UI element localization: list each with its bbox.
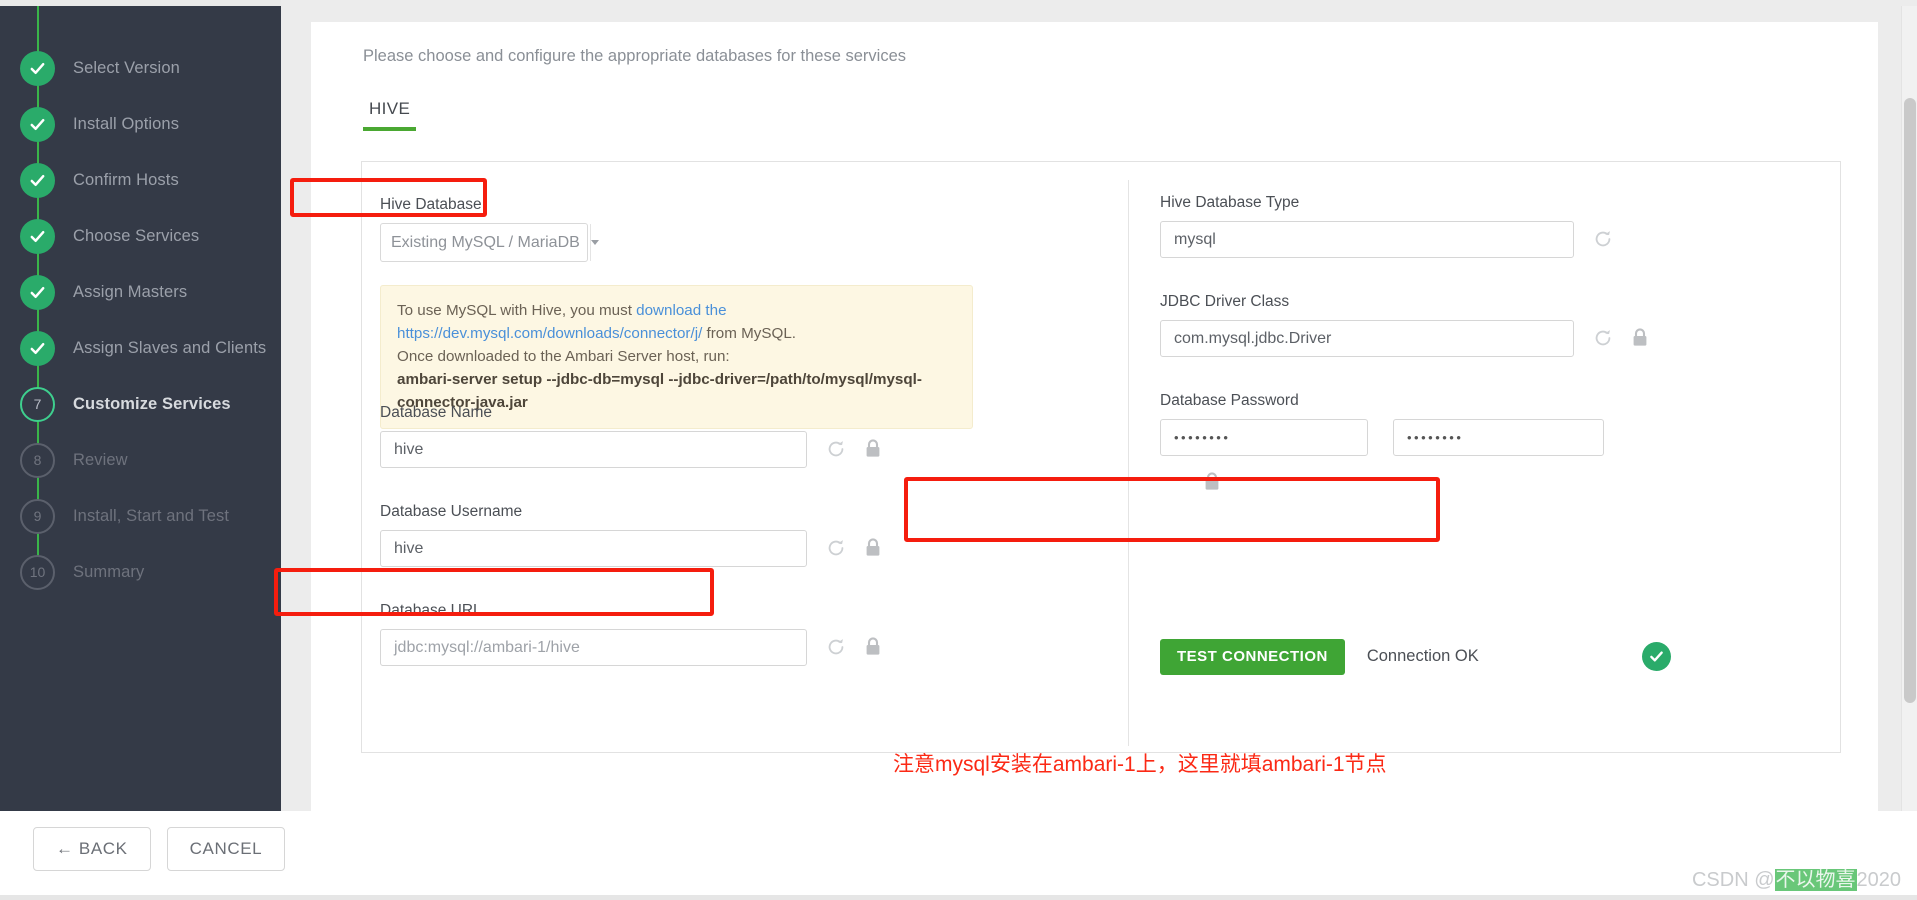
sidebar-step-label: Assign Masters xyxy=(73,282,188,301)
column-divider xyxy=(1128,180,1129,746)
alert-line-1: To use MySQL with Hive, you must downloa… xyxy=(397,299,956,345)
vertical-scrollbar[interactable] xyxy=(1901,6,1917,811)
test-connection-button[interactable]: TEST CONNECTION xyxy=(1160,638,1345,675)
wizard-footer: ← BACK CANCEL CSDN @不以物喜2020 xyxy=(0,811,1917,900)
sidebar-step-label: Review xyxy=(73,450,128,469)
database-url-field: Database URL jdbc:mysql://ambari-1/hive xyxy=(380,602,885,666)
cancel-button[interactable]: CANCEL xyxy=(166,827,286,871)
step-number-badge: 9 xyxy=(20,498,55,534)
sidebar-step-label: Summary xyxy=(73,562,145,581)
sidebar-step-label: Customize Services xyxy=(73,394,231,413)
service-config-card: Please choose and configure the appropri… xyxy=(311,22,1878,811)
step-number-badge: 7 xyxy=(20,386,55,422)
wizard-sidebar: Select Version Install Options Confirm H… xyxy=(0,6,281,811)
wizard-step-list: Select Version Install Options Confirm H… xyxy=(0,40,281,600)
hive-database-type-field: Hive Database Type mysql xyxy=(1160,194,1614,258)
sidebar-step-confirm-hosts[interactable]: Confirm Hosts xyxy=(0,152,281,208)
alert-line1-post: from MySQL. xyxy=(702,325,796,343)
hive-database-label: Hive Database xyxy=(380,196,482,213)
step-check-icon xyxy=(20,162,55,198)
refresh-icon[interactable] xyxy=(825,636,847,658)
hive-database-select[interactable]: Existing MySQL / MariaDB xyxy=(380,223,599,262)
lock-icon[interactable] xyxy=(863,537,885,559)
refresh-icon[interactable] xyxy=(825,537,847,559)
database-username-field: Database Username hive xyxy=(380,503,885,567)
horizontal-scrollbar[interactable] xyxy=(0,895,1917,900)
step-number-badge: 10 xyxy=(20,554,55,590)
database-name-input[interactable]: hive xyxy=(380,431,807,468)
sidebar-step-summary[interactable]: 10 Summary xyxy=(0,544,281,600)
step-check-icon xyxy=(20,330,55,366)
connection-status-text: Connection OK xyxy=(1366,647,1479,665)
database-username-label: Database Username xyxy=(380,503,523,520)
step-number-badge: 8 xyxy=(20,442,55,478)
watermark-prefix: CSDN @ xyxy=(1691,869,1775,891)
service-tabbar: HIVE xyxy=(363,99,417,135)
jdbc-driver-class-label: JDBC Driver Class xyxy=(1160,293,1290,310)
sidebar-step-choose-services[interactable]: Choose Services xyxy=(0,208,281,264)
jdbc-driver-class-field: JDBC Driver Class com.mysql.jdbc.Driver xyxy=(1160,293,1652,357)
sidebar-step-label: Confirm Hosts xyxy=(73,170,179,189)
lock-icon[interactable] xyxy=(863,636,885,658)
watermark-suffix: 2020 xyxy=(1856,869,1902,891)
lock-icon[interactable] xyxy=(863,438,885,460)
database-name-label: Database Name xyxy=(380,404,493,421)
sidebar-step-select-version[interactable]: Select Version xyxy=(0,40,281,96)
annotation-note-text: 注意mysql安装在ambari-1上，这里就填ambari-1节点 xyxy=(893,753,1387,776)
database-password-input[interactable]: •••••••• xyxy=(1160,419,1368,456)
sidebar-step-assign-masters[interactable]: Assign Masters xyxy=(0,264,281,320)
jdbc-driver-class-input[interactable]: com.mysql.jdbc.Driver xyxy=(1160,320,1574,357)
sidebar-step-label: Select Version xyxy=(73,58,180,77)
back-button[interactable]: ← BACK xyxy=(33,827,151,871)
vertical-scrollbar-thumb[interactable] xyxy=(1904,98,1916,703)
alert-line1-pre: To use MySQL with Hive, you must xyxy=(397,302,637,319)
database-password-label: Database Password xyxy=(1160,392,1299,409)
refresh-icon[interactable] xyxy=(1592,327,1614,349)
database-password-confirm-input[interactable]: •••••••• xyxy=(1393,419,1604,456)
database-url-input[interactable]: jdbc:mysql://ambari-1/hive xyxy=(380,629,807,666)
step-check-icon xyxy=(20,218,55,254)
sidebar-step-label: Choose Services xyxy=(73,226,200,245)
database-username-input[interactable]: hive xyxy=(380,530,807,567)
lock-icon[interactable] xyxy=(1630,327,1652,349)
test-connection-row: TEST CONNECTION Connection OK xyxy=(1160,624,1700,689)
step-check-icon xyxy=(20,274,55,310)
check-circle-icon xyxy=(1642,642,1671,671)
step-check-icon xyxy=(20,106,55,142)
sidebar-step-label: Assign Slaves and Clients xyxy=(73,338,267,357)
sidebar-step-label: Install Options xyxy=(73,114,180,133)
footer-buttons: ← BACK CANCEL xyxy=(33,827,286,871)
hive-database-type-label: Hive Database Type xyxy=(1160,194,1300,211)
lock-icon[interactable] xyxy=(1202,471,1224,493)
watermark: CSDN @不以物喜2020 xyxy=(1692,863,1901,892)
main-content-area: Please choose and configure the appropri… xyxy=(274,0,1917,811)
watermark-highlight: 不以物喜 xyxy=(1774,869,1857,891)
refresh-icon[interactable] xyxy=(825,438,847,460)
sidebar-step-review[interactable]: 8 Review xyxy=(0,432,281,488)
hive-database-field: Hive Database Existing MySQL / MariaDB xyxy=(380,196,599,262)
database-config-panel: Hive Database Existing MySQL / MariaDB T… xyxy=(361,161,1841,753)
app-root: Select Version Install Options Confirm H… xyxy=(0,0,1917,900)
database-name-field: Database Name hive xyxy=(380,404,885,468)
sidebar-step-assign-slaves-and-clients[interactable]: Assign Slaves and Clients xyxy=(0,320,281,376)
hive-database-selected-value: Existing MySQL / MariaDB xyxy=(391,233,580,251)
hive-database-type-input[interactable]: mysql xyxy=(1160,221,1574,258)
tab-hive[interactable]: HIVE xyxy=(363,99,417,131)
sidebar-step-install-options[interactable]: Install Options xyxy=(0,96,281,152)
sidebar-step-install-start-and-test[interactable]: 9 Install, Start and Test xyxy=(0,488,281,544)
sidebar-step-label: Install, Start and Test xyxy=(73,506,230,525)
step-check-icon xyxy=(20,50,55,86)
page-instruction: Please choose and configure the appropri… xyxy=(363,47,907,65)
chevron-down-icon[interactable] xyxy=(589,224,599,261)
refresh-icon[interactable] xyxy=(1592,228,1614,250)
database-password-field: Database Password •••••••• •••••••• xyxy=(1160,392,1604,490)
alert-line-2: Once downloaded to the Ambari Server hos… xyxy=(397,348,730,366)
sidebar-step-customize-services[interactable]: 7 Customize Services xyxy=(0,376,281,432)
database-url-label: Database URL xyxy=(380,602,482,619)
